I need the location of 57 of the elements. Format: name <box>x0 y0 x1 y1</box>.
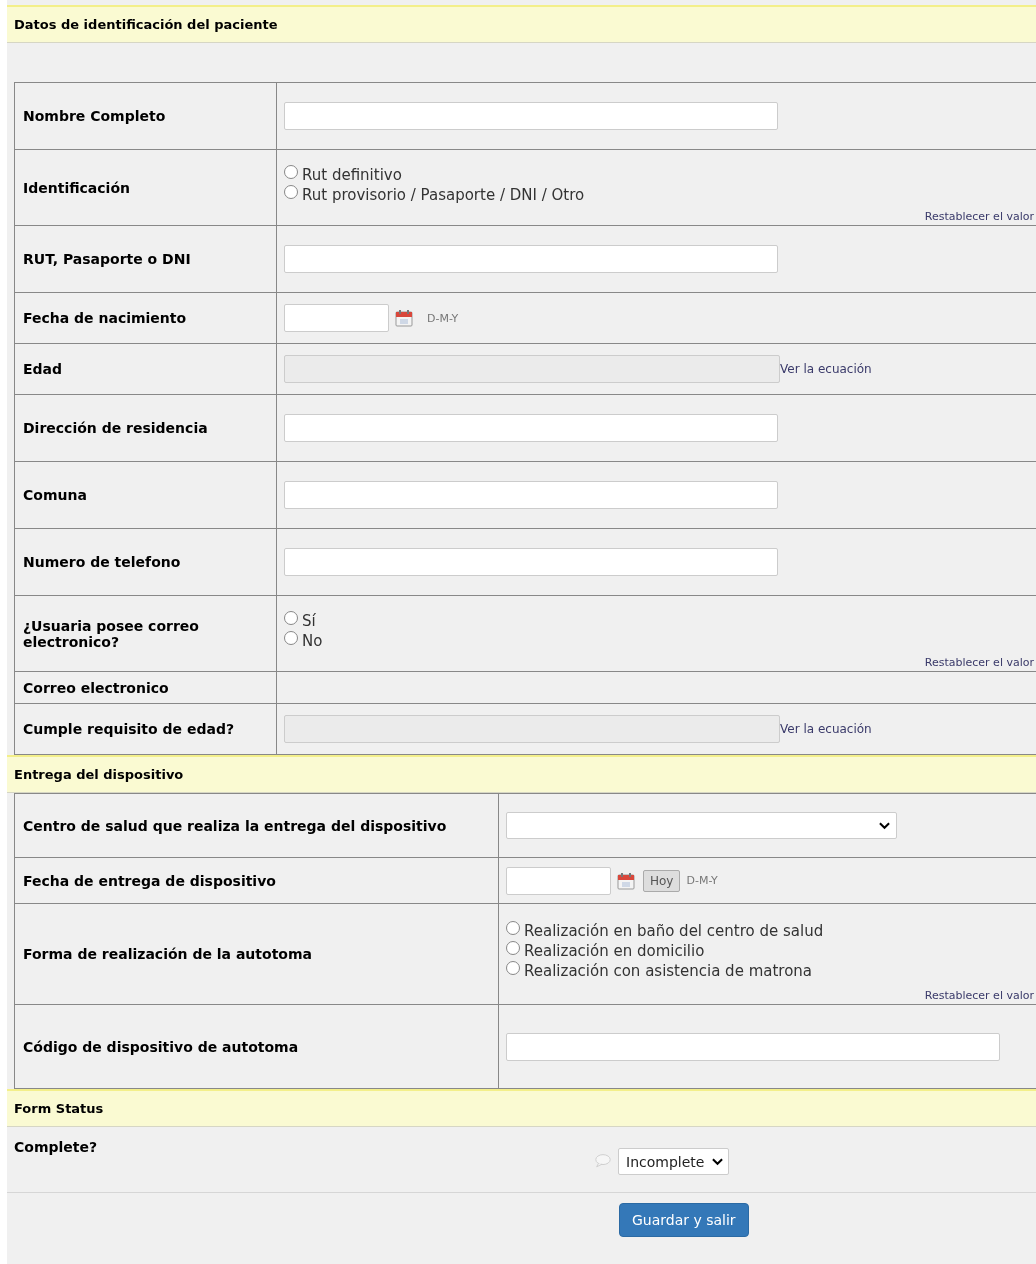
text-field[interactable] <box>284 548 778 576</box>
field-label: Forma de realización de la autotoma <box>23 946 312 962</box>
comment-icon[interactable] <box>594 1153 612 1168</box>
radio-button[interactable] <box>284 630 298 645</box>
field-label: Correo electronico <box>23 679 169 696</box>
field-label: Complete? <box>14 1139 99 1155</box>
chevron-down-icon <box>712 1157 724 1166</box>
radio-button[interactable] <box>284 610 298 625</box>
radio-button[interactable] <box>506 921 520 935</box>
field-label: Cumple requisito de edad? <box>23 721 235 737</box>
status-dropdown[interactable]: Incomplete <box>618 1148 730 1175</box>
equation-link[interactable]: Ver la ecuación <box>780 362 872 376</box>
field-label: Código de dispositivo de autotoma <box>23 1038 299 1055</box>
date-format-hint: D-M-Y <box>686 874 718 887</box>
reset-value-link[interactable]: Restablecer el valor <box>924 989 1034 1002</box>
radio-button[interactable] <box>284 184 298 199</box>
field-label: Fecha de nacimiento <box>23 310 187 326</box>
equation-link[interactable]: Ver la ecuación <box>780 722 872 736</box>
date-field[interactable] <box>284 304 389 332</box>
date-field[interactable] <box>506 866 611 895</box>
text-field[interactable] <box>284 414 778 442</box>
radio-button[interactable] <box>284 164 298 179</box>
reset-value-link[interactable]: Restablecer el valor <box>924 656 1034 669</box>
field-label: Numero de telefono <box>23 554 181 570</box>
radio-option-label[interactable]: Rut definitivo <box>302 165 402 184</box>
section-header: Form Status <box>7 1089 1036 1127</box>
text-field[interactable] <box>284 102 778 130</box>
save-and-exit-button[interactable]: Guardar y salir <box>619 1203 749 1237</box>
date-format-hint: D-M-Y <box>427 311 459 325</box>
calendar-icon[interactable] <box>395 309 413 327</box>
radio-option-label[interactable]: Rut provisorio / Pasaporte / DNI / Otro <box>302 185 585 204</box>
field-label: Centro de salud que realiza la entrega del dispositivo <box>23 817 447 834</box>
section-header: Datos de identificación del paciente <box>7 5 1036 43</box>
radio-option-label[interactable]: Sí <box>302 611 316 630</box>
dropdown[interactable] <box>506 812 897 839</box>
section-header: Entrega del dispositivo <box>7 755 1036 793</box>
radio-option-label[interactable]: Realización en baño del centro de salud <box>524 922 824 940</box>
field-label: Edad <box>23 361 63 377</box>
text-field[interactable] <box>284 245 778 273</box>
reset-value-link[interactable]: Restablecer el valor <box>924 210 1034 223</box>
field-label: ¿Usuaria posee correo electronico? <box>23 617 200 650</box>
radio-option-label[interactable]: No <box>302 631 323 650</box>
radio-option-label[interactable]: Realización con asistencia de matrona <box>524 962 813 980</box>
field-label: Identificación <box>23 179 130 196</box>
today-button[interactable]: Hoy <box>643 869 681 892</box>
field-label: Comuna <box>23 487 87 503</box>
field-label: Dirección de residencia <box>23 420 208 436</box>
field-label: Nombre Completo <box>23 108 166 124</box>
chevron-down-icon <box>879 821 890 830</box>
field-label: Fecha de entrega de dispositivo <box>23 872 276 889</box>
field-label: RUT, Pasaporte o DNI <box>23 251 191 267</box>
text-field[interactable] <box>506 1032 1000 1061</box>
radio-option-label[interactable]: Realización en domicilio <box>524 942 705 960</box>
calendar-icon[interactable] <box>617 871 635 890</box>
radio-button[interactable] <box>506 941 520 955</box>
radio-button[interactable] <box>506 961 520 975</box>
text-field[interactable] <box>284 481 778 509</box>
